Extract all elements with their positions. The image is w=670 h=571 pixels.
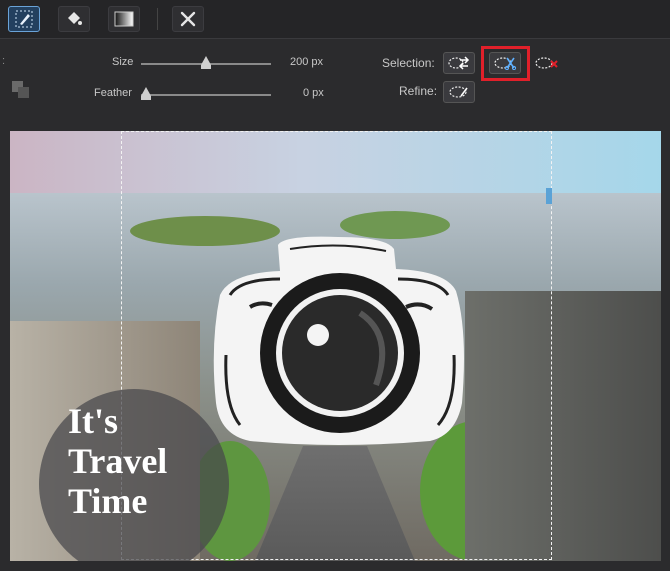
size-label: Size (112, 56, 134, 68)
paint-bucket-icon (68, 12, 82, 25)
top-toolbar (0, 0, 670, 39)
clear-selection-button[interactable] (532, 52, 564, 74)
size-slider-thumb[interactable] (201, 56, 211, 69)
refine-label: Refine: (399, 84, 438, 98)
feather-slider-thumb[interactable] (141, 87, 151, 100)
options-bar: : Size 200 px Feather 0 px Selection: Re… (0, 39, 670, 123)
tools-button[interactable] (172, 6, 204, 32)
selection-cut-icon (494, 57, 517, 70)
cut-selection-button[interactable] (489, 52, 521, 74)
selection-invert-icon (448, 56, 470, 70)
feather-value: 0 px (303, 87, 324, 99)
travel-time-text: It's Travel Time (68, 401, 168, 521)
feather-label: Feather (94, 87, 132, 99)
size-value: 200 px (290, 56, 324, 68)
selection-label: Selection: (382, 56, 435, 70)
refine-lasso-icon (449, 86, 468, 98)
gradient-icon (114, 11, 134, 27)
layer-stack-icon (12, 81, 32, 99)
brush-select-icon (15, 10, 33, 28)
image-canvas[interactable]: It's Travel Time (10, 131, 661, 561)
panel-edge-marker: : (2, 55, 6, 67)
selection-clear-icon (535, 57, 558, 69)
toolbar-separator (157, 8, 158, 30)
paint-bucket-tool-button[interactable] (58, 6, 90, 32)
refine-button[interactable] (443, 81, 475, 103)
tools-icon (180, 11, 196, 27)
feather-slider-track[interactable] (141, 94, 271, 96)
gradient-tool-button[interactable] (108, 6, 140, 32)
marquee-handle[interactable] (546, 188, 552, 204)
invert-selection-button[interactable] (443, 52, 475, 74)
brush-select-tool-button[interactable] (8, 6, 40, 32)
